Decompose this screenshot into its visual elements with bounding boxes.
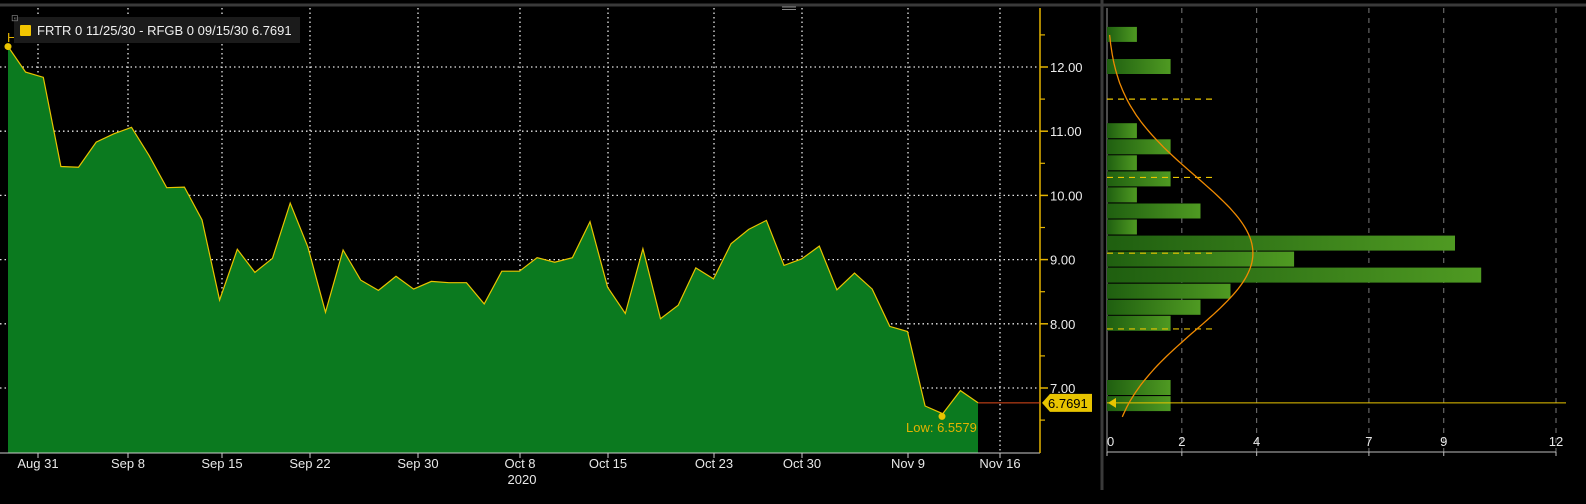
histogram-bar <box>1107 315 1171 331</box>
histogram-bar <box>1107 155 1137 171</box>
x-tick-label: Nov 16 <box>979 456 1020 471</box>
price-area-series <box>7 46 979 453</box>
histogram-bar <box>1107 251 1295 267</box>
y-tick-label: 10.00 <box>1050 188 1083 203</box>
x-tick-label: Sep 8 <box>111 456 145 471</box>
x-tick-label: Oct 15 <box>589 456 627 471</box>
histogram-bar <box>1107 26 1137 42</box>
y-tick-label: 12.00 <box>1050 60 1083 75</box>
x-tick-label: Oct 30 <box>783 456 821 471</box>
x-tick-label: Sep 22 <box>289 456 330 471</box>
x-tick-label: Oct 23 <box>695 456 733 471</box>
histogram-bar <box>1107 219 1137 235</box>
histogram-bar <box>1107 283 1231 299</box>
histogram-bar <box>1107 171 1171 187</box>
y-tick-label: 9.00 <box>1050 253 1075 268</box>
area-fill <box>8 46 978 453</box>
histogram-x-axis: 0 2 4 7 9 12 <box>1106 434 1563 456</box>
histogram-bar <box>1107 139 1171 155</box>
x-tick-label: Sep 15 <box>201 456 242 471</box>
main-y-axis: 7.00 8.00 9.00 10.00 11.00 12.00 <box>1039 8 1083 453</box>
x-tick-label: Aug 31 <box>17 456 58 471</box>
series-swatch <box>20 24 31 36</box>
histogram-bar <box>1107 235 1455 251</box>
hist-x-tick-label: 9 <box>1440 434 1447 449</box>
hist-x-tick-label: 0 <box>1107 434 1114 449</box>
histogram-bars <box>1107 26 1566 412</box>
hist-x-tick-label: 7 <box>1365 434 1372 449</box>
histogram-bar <box>1107 123 1137 139</box>
legend-label: FRTR 0 11/25/30 - RFGB 0 09/15/30 6.7691 <box>37 22 292 38</box>
low-marker <box>938 412 946 420</box>
hist-x-tick-label: 4 <box>1253 434 1260 449</box>
histogram-bar <box>1107 187 1137 203</box>
histogram-bar <box>1107 396 1171 412</box>
chart-canvas: Aug 31 Sep 8 Sep 15 Sep 22 Sep 30 Oct 8 Oct 15… <box>0 0 1586 490</box>
histogram-gridlines <box>1106 8 1557 452</box>
x-tick-label: Oct 8 <box>504 456 535 471</box>
y-tick-label: 8.00 <box>1050 317 1075 332</box>
last-price-label: 6.7691 <box>1048 396 1088 411</box>
main-x-axis: Aug 31 Sep 8 Sep 15 Sep 22 Sep 30 Oct 8 Oct 15… <box>0 452 1040 487</box>
x-tick-label: Nov 9 <box>891 456 925 471</box>
legend[interactable]: ⊡ FRTR 0 11/25/30 - RFGB 0 09/15/30 6.76… <box>11 13 300 43</box>
hist-x-tick-label: 2 <box>1178 434 1185 449</box>
legend-close-icon[interactable]: ⊡ <box>11 13 19 24</box>
x-year-label: 2020 <box>508 472 537 487</box>
y-tick-label: 11.00 <box>1050 124 1082 139</box>
x-tick-label: Sep 30 <box>397 456 438 471</box>
histogram-bar <box>1107 203 1201 219</box>
hist-x-tick-label: 12 <box>1549 434 1563 449</box>
y-tick-label: 7.00 <box>1050 381 1075 396</box>
histogram-bar <box>1107 267 1482 283</box>
low-label: Low: 6.5579 <box>906 420 977 435</box>
histogram-bar <box>1107 299 1201 315</box>
